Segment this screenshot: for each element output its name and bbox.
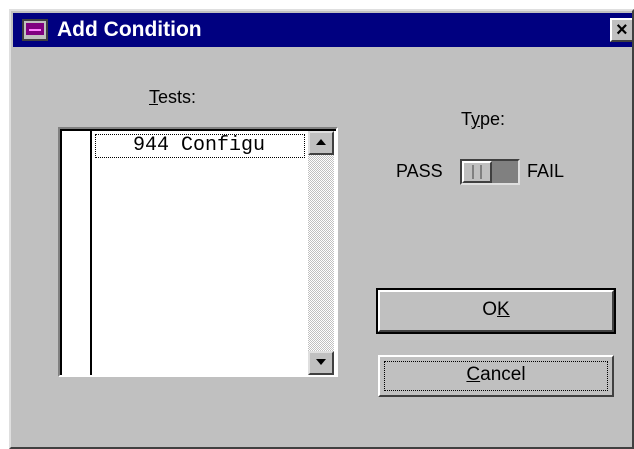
pass-label: PASS — [396, 161, 443, 181]
type-label-accesskey: y — [471, 109, 481, 129]
type-label-pre: T — [461, 109, 472, 129]
ok-button[interactable]: OK — [376, 288, 616, 334]
add-condition-dialog: Add Condition × Tests: 944 Configu Type:… — [9, 9, 634, 449]
app-window-icon — [22, 19, 48, 41]
tests-label: Tests: — [149, 87, 196, 108]
scroll-up-button[interactable] — [308, 131, 334, 155]
tests-listbox[interactable]: 944 Configu — [58, 127, 338, 377]
cancel-button[interactable]: Cancel — [378, 355, 614, 397]
tests-label-accesskey: T — [149, 87, 158, 107]
scroll-down-button[interactable] — [308, 351, 334, 375]
focus-rectangle — [384, 361, 608, 391]
title-bar[interactable]: Add Condition × — [13, 13, 632, 47]
vertical-scrollbar[interactable] — [308, 131, 334, 375]
type-label: Type: — [461, 109, 505, 130]
ok-label-pre: O — [482, 299, 498, 320]
pass-fail-toggle[interactable] — [460, 159, 520, 185]
list-item[interactable]: 944 Configu — [95, 134, 305, 158]
list-gutter — [90, 131, 92, 375]
tests-label-text: ests: — [158, 87, 197, 107]
arrow-down-icon — [316, 359, 326, 365]
arrow-up-icon — [316, 139, 326, 145]
dialog-title: Add Condition — [57, 18, 202, 41]
toggle-thumb[interactable] — [462, 161, 492, 183]
close-button[interactable]: × — [610, 18, 632, 42]
type-label-post: pe: — [480, 109, 506, 129]
ok-label-accesskey: K — [497, 299, 510, 320]
fail-label: FAIL — [527, 161, 565, 181]
